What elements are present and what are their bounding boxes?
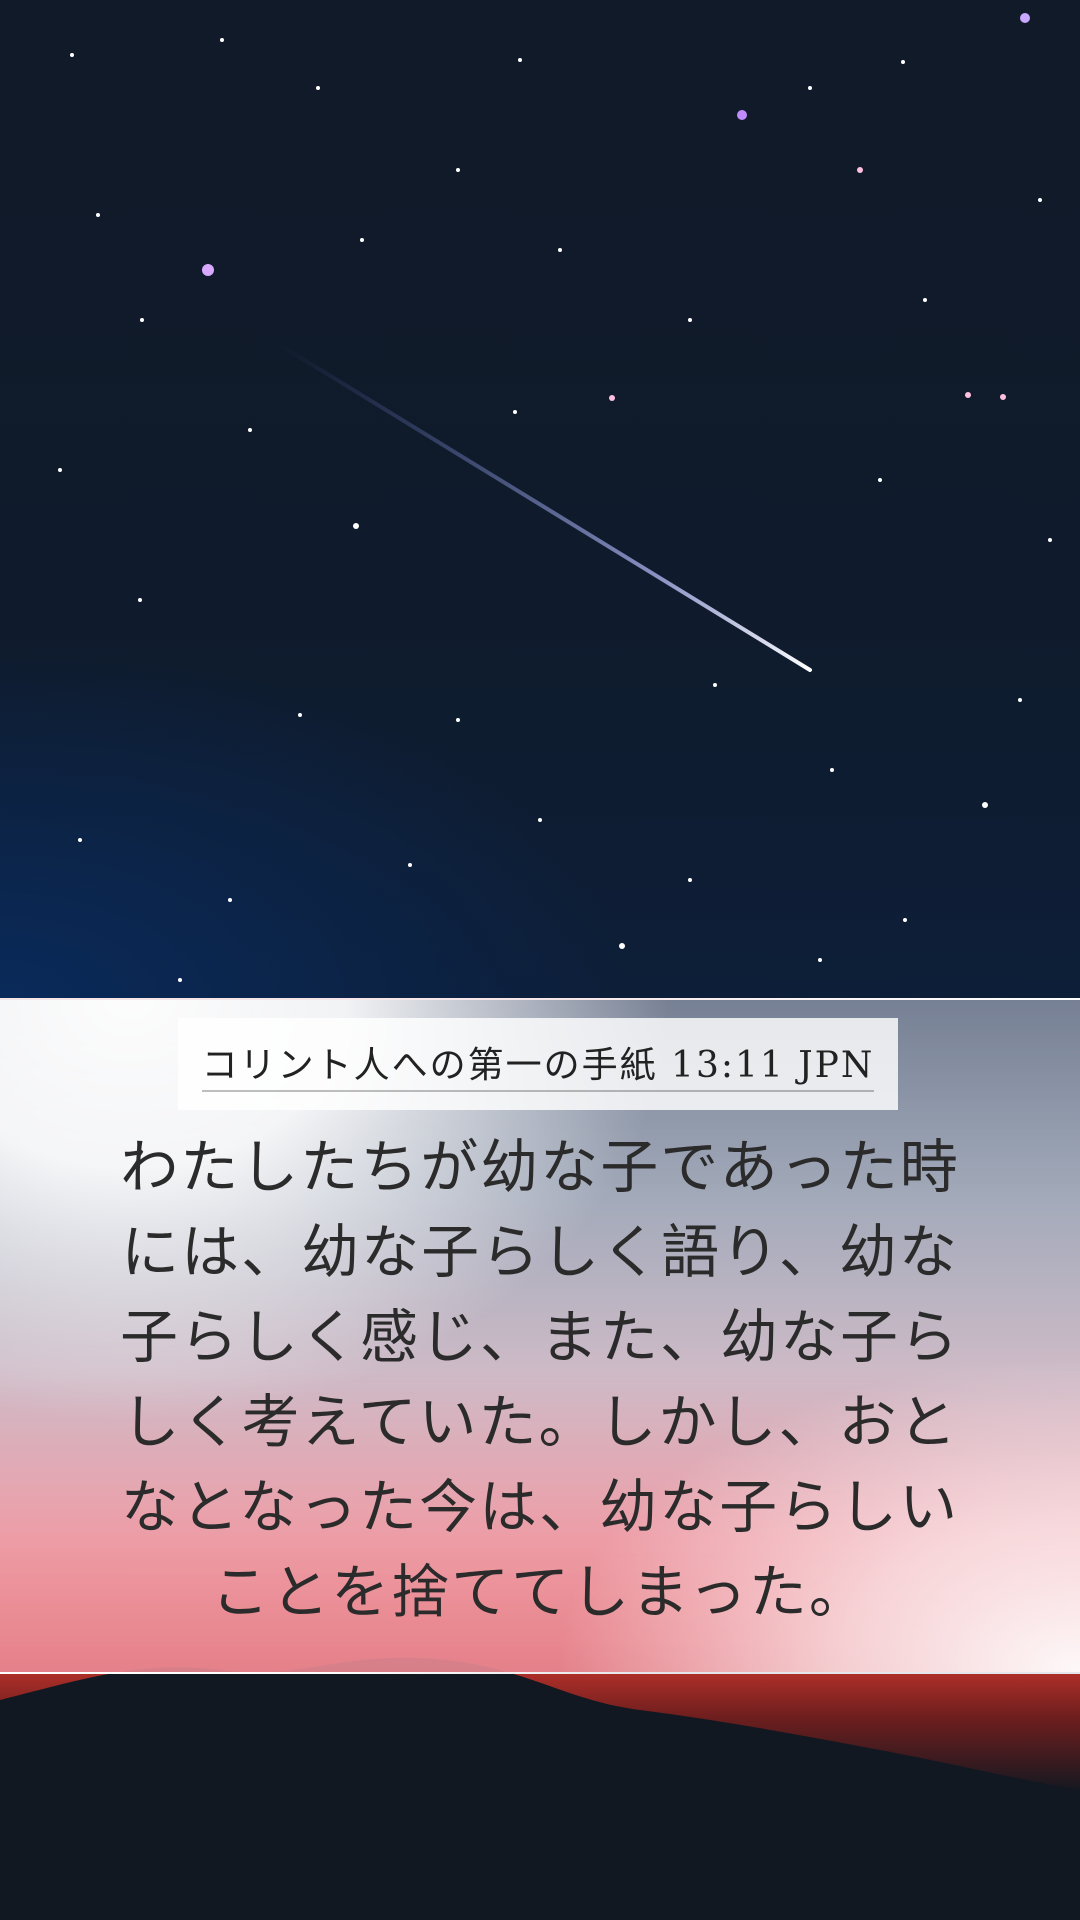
- stars: [58, 13, 1052, 982]
- verse-line: 子らしく感じ、また、幼な子ら: [119, 1303, 960, 1371]
- verse-line: なとなった今は、幼な子らしい: [120, 1473, 960, 1541]
- starfield: [58, 13, 1052, 982]
- verse-line: わたしたちが幼な子であった時: [120, 1133, 960, 1201]
- verse-line: ことを捨ててしまった。: [211, 1558, 869, 1626]
- verse-reference: コリント人への第一の手紙 13:11 JPN: [201, 1036, 875, 1092]
- mountain-silhouette: [0, 1657, 1080, 1920]
- verse-line: しく考えていた。しかし、おと: [121, 1388, 959, 1456]
- shooting-star-icon: [278, 343, 812, 672]
- verse-text: わたしたちが幼な子であった時 には、幼な子らしく語り、幼な 子らしく感じ、また、…: [110, 1125, 970, 1635]
- verse-line: には、幼な子らしく語り、幼な: [121, 1218, 959, 1286]
- night-sky-image: [0, 0, 1080, 1000]
- verse-reference-box: コリント人への第一の手紙 13:11 JPN: [178, 1018, 898, 1110]
